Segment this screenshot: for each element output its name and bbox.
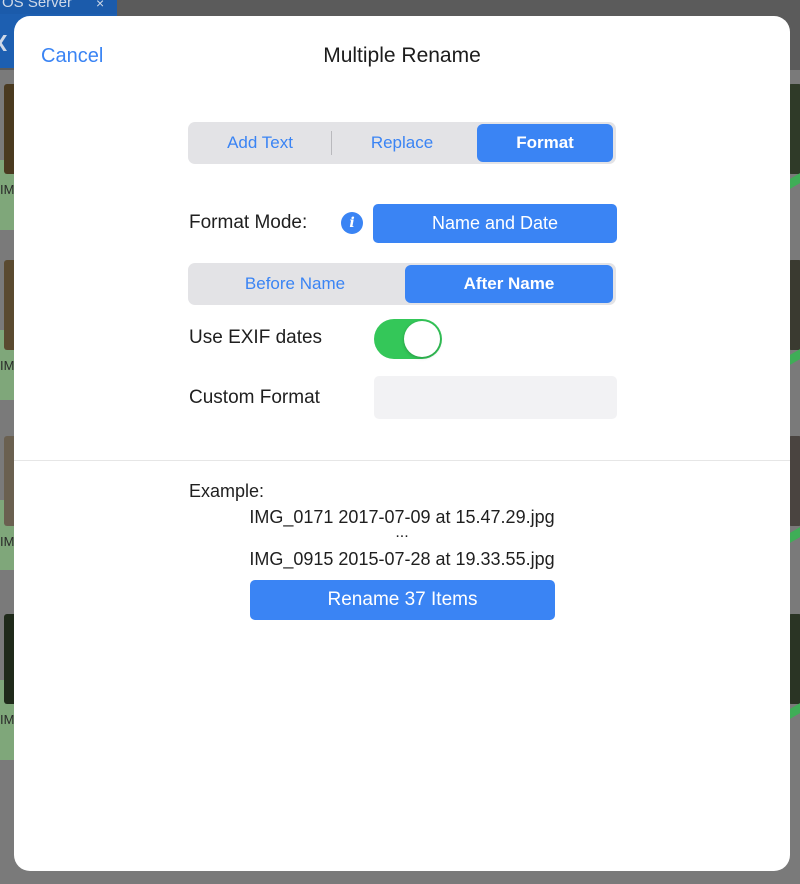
- custom-format-input[interactable]: [374, 376, 617, 419]
- use-exif-dates-label: Use EXIF dates: [189, 327, 323, 348]
- tab-before-name[interactable]: Before Name: [190, 265, 400, 303]
- format-mode-button[interactable]: Name and Date: [373, 204, 617, 243]
- rename-items-button[interactable]: Rename 37 Items: [250, 580, 555, 620]
- custom-format-label: Custom Format: [189, 387, 320, 408]
- background-tab-title: OS Server: [2, 0, 73, 11]
- example-ellipsis: ...: [395, 524, 409, 541]
- use-exif-dates-toggle[interactable]: [374, 319, 442, 359]
- example-label: Example:: [189, 481, 265, 501]
- tab-replace[interactable]: Replace: [332, 124, 472, 162]
- dialog-title: Multiple Rename: [323, 44, 481, 67]
- multiple-rename-dialog: Cancel Multiple Rename Add Text Replace …: [14, 16, 790, 871]
- background-tab-close-icon: ×: [96, 0, 105, 11]
- tab-add-text[interactable]: Add Text: [190, 124, 330, 162]
- info-icon[interactable]: i: [341, 212, 363, 234]
- example-last-filename: IMG_0915 2015-07-28 at 19.33.55.jpg: [249, 549, 555, 569]
- toggle-knob: [404, 321, 440, 357]
- date-position-segmented-control: Before Name After Name: [188, 263, 616, 305]
- background-tab: OS Server ×: [0, 0, 117, 14]
- rename-mode-segmented-control: Add Text Replace Format: [188, 122, 616, 164]
- chevron-left-icon: ❮: [0, 32, 9, 52]
- section-divider: [14, 460, 790, 461]
- tab-after-name[interactable]: After Name: [405, 265, 613, 303]
- format-mode-label: Format Mode:: [189, 212, 308, 233]
- tab-format[interactable]: Format: [477, 124, 613, 162]
